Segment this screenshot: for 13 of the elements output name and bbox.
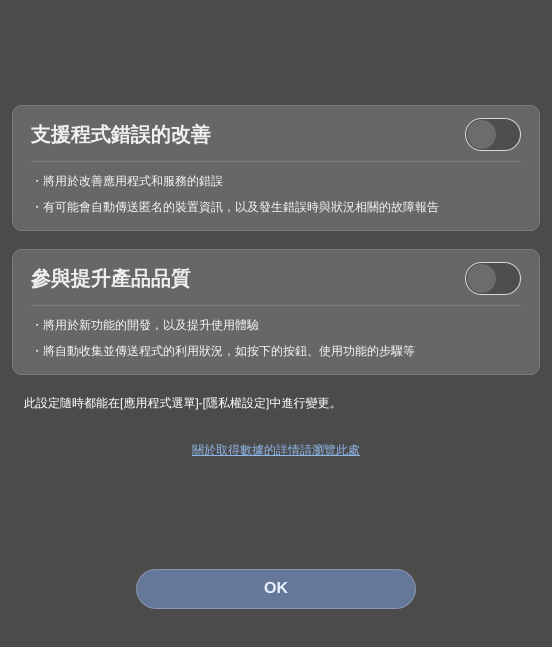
description-text: ・將自動收集並傳送程式的利用狀況，如按下的按鈕、使用功能的步驟等 (31, 343, 416, 360)
description-text: ・有可能會自動傳送匿名的裝置資訊，以及發生錯誤時與狀況相關的故障報告 (31, 199, 440, 216)
description-text: ・將用於新功能的開發，以及提升使用體驗 (31, 317, 260, 334)
section-title: 支援程式錯誤的改善 (31, 122, 211, 148)
details-link[interactable]: 關於取得數據的詳情請瀏覽此處 (192, 441, 360, 459)
ok-button[interactable]: OK (136, 569, 416, 609)
toggle-thumb (467, 264, 496, 293)
toggle-thumb (467, 120, 496, 149)
description-text: ・將用於改善應用程式和服務的錯誤 (31, 173, 224, 190)
settings-note: 此設定隨時都能在[應用程式選單]-[隱私權設定]中進行變更。 (24, 396, 342, 410)
section-title: 參與提升產品品質 (31, 266, 191, 292)
toggle-switch[interactable] (465, 262, 521, 295)
toggle-switch[interactable] (465, 118, 521, 151)
